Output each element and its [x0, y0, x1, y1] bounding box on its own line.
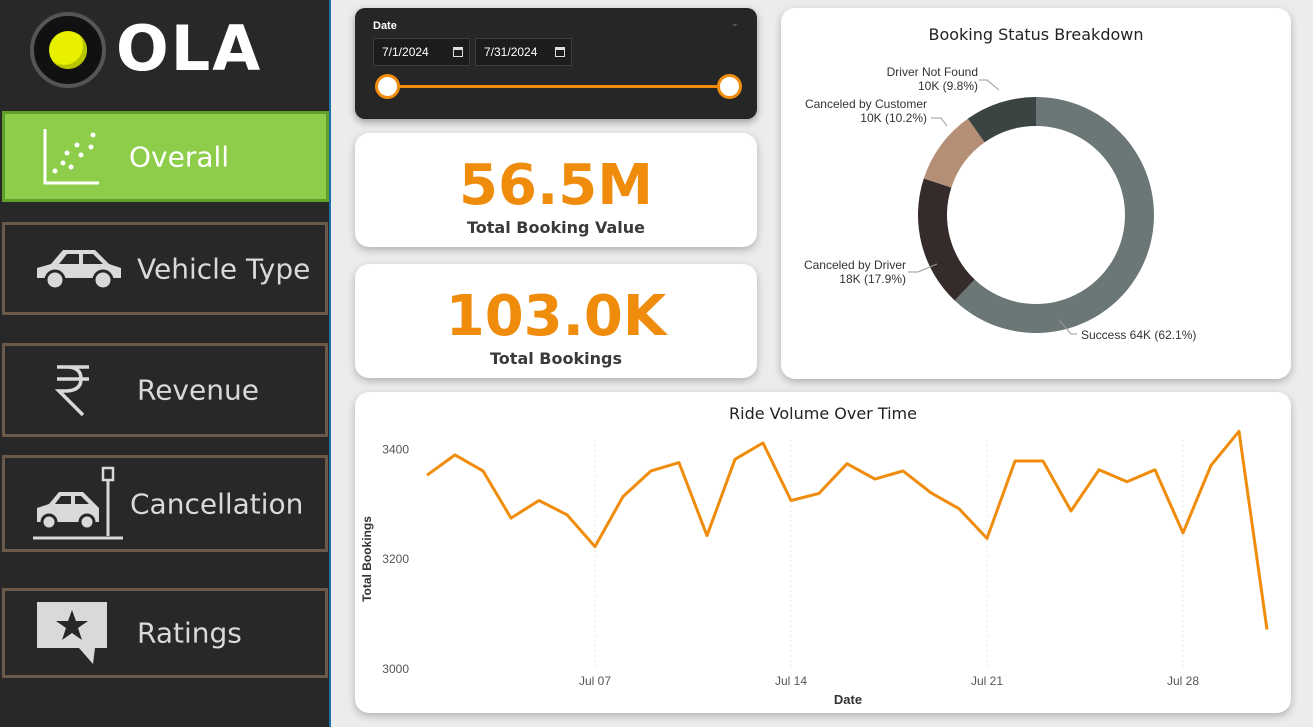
- end-date-handle[interactable]: [717, 74, 742, 99]
- scatter-chart-icon: [43, 128, 99, 184]
- booking-status-card: Booking Status Breakdown Driver Not Foun…: [781, 8, 1291, 379]
- nav-cancellation-label: Cancellation: [130, 487, 304, 520]
- leader-line: [931, 117, 948, 127]
- nav-overall-button[interactable]: Overall: [2, 111, 329, 202]
- leader-line: [979, 79, 1000, 91]
- x-axis-label: Date: [834, 692, 862, 707]
- x-tick-label: Jul 14: [775, 674, 807, 688]
- slice-label-canceled-by-customer: Canceled by Customer: [805, 97, 927, 111]
- slice-value-driver-not-found: 10K (9.8%): [918, 79, 978, 93]
- slice-value-canceled-by-driver: 18K (17.9%): [839, 272, 906, 286]
- kpi-card-booking-value: 56.5M Total Booking Value: [355, 133, 757, 247]
- nav-revenue-button[interactable]: Revenue: [2, 343, 328, 437]
- date-range-track[interactable]: [389, 85, 731, 88]
- date-slicer: Date ⌄ 7/1/2024 7/31/2024: [355, 8, 757, 119]
- slice-label-canceled-by-driver: Canceled by Driver: [804, 258, 906, 272]
- y-tick-label: 3000: [382, 662, 409, 676]
- ride-volume-line-chart: 3000 3200 3400 Jul 07 Jul 14 Jul 21 Jul 28 To…: [360, 429, 1269, 707]
- start-date-handle[interactable]: [375, 74, 400, 99]
- calendar-icon[interactable]: [555, 47, 565, 57]
- nav-cancellation-button[interactable]: Cancellation: [2, 455, 328, 552]
- rupee-icon: [54, 365, 89, 417]
- calendar-icon[interactable]: [453, 47, 463, 57]
- kpi-booking-value: 56.5M: [459, 153, 653, 218]
- y-tick-label: 3200: [382, 552, 409, 566]
- sidebar: OLA Overall Vehicle Type Revenue Cancell…: [0, 0, 331, 727]
- nav-ratings-button[interactable]: Ratings: [2, 588, 328, 678]
- kpi-bookings-label: Total Bookings: [490, 349, 622, 368]
- ola-logo-icon: [30, 12, 106, 88]
- y-axis-label: Total Bookings: [360, 516, 374, 602]
- slice-value-canceled-by-customer: 10K (10.2%): [860, 111, 927, 125]
- nav-revenue-label: Revenue: [137, 373, 259, 407]
- ola-logo: OLA: [28, 10, 268, 90]
- nav-ratings-label: Ratings: [137, 616, 242, 650]
- y-tick-label: 3400: [382, 442, 409, 456]
- kpi-bookings-value: 103.0K: [445, 284, 667, 349]
- start-date-input[interactable]: 7/1/2024: [373, 38, 470, 66]
- chevron-down-icon[interactable]: ⌄: [731, 18, 739, 29]
- start-date-value: 7/1/2024: [382, 45, 429, 59]
- end-date-value: 7/31/2024: [484, 45, 538, 59]
- slice-label-driver-not-found: Driver Not Found: [887, 65, 978, 79]
- booking-status-donut-chart: Driver Not Found 10K (9.8%) Canceled by …: [804, 65, 1196, 342]
- donut-slice-canceled-by-driver: [918, 178, 975, 301]
- ride-volume-series-line: [426, 429, 1269, 630]
- ride-volume-card: Ride Volume Over Time 3000 3200 3400 Jul 0…: [355, 392, 1291, 713]
- x-tick-label: Jul 07: [579, 674, 611, 688]
- nav-vehicle-type-button[interactable]: Vehicle Type: [2, 222, 328, 315]
- slice-label-success: Success 64K (62.1%): [1081, 328, 1196, 342]
- kpi-booking-value-label: Total Booking Value: [466, 218, 646, 237]
- star-speech-bubble-icon: [37, 602, 107, 664]
- nav-overall-label: Overall: [129, 140, 230, 173]
- x-tick-label: Jul 28: [1167, 674, 1199, 688]
- date-slicer-title: Date: [373, 20, 397, 32]
- nav-vehicle-type-label: Vehicle Type: [137, 252, 311, 285]
- end-date-input[interactable]: 7/31/2024: [475, 38, 572, 66]
- car-crash-icon: [33, 466, 123, 539]
- car-icon: [37, 249, 121, 290]
- x-tick-label: Jul 21: [971, 674, 1003, 688]
- logo-text: OLA: [116, 12, 263, 85]
- kpi-card-bookings: 103.0K Total Bookings: [355, 264, 757, 378]
